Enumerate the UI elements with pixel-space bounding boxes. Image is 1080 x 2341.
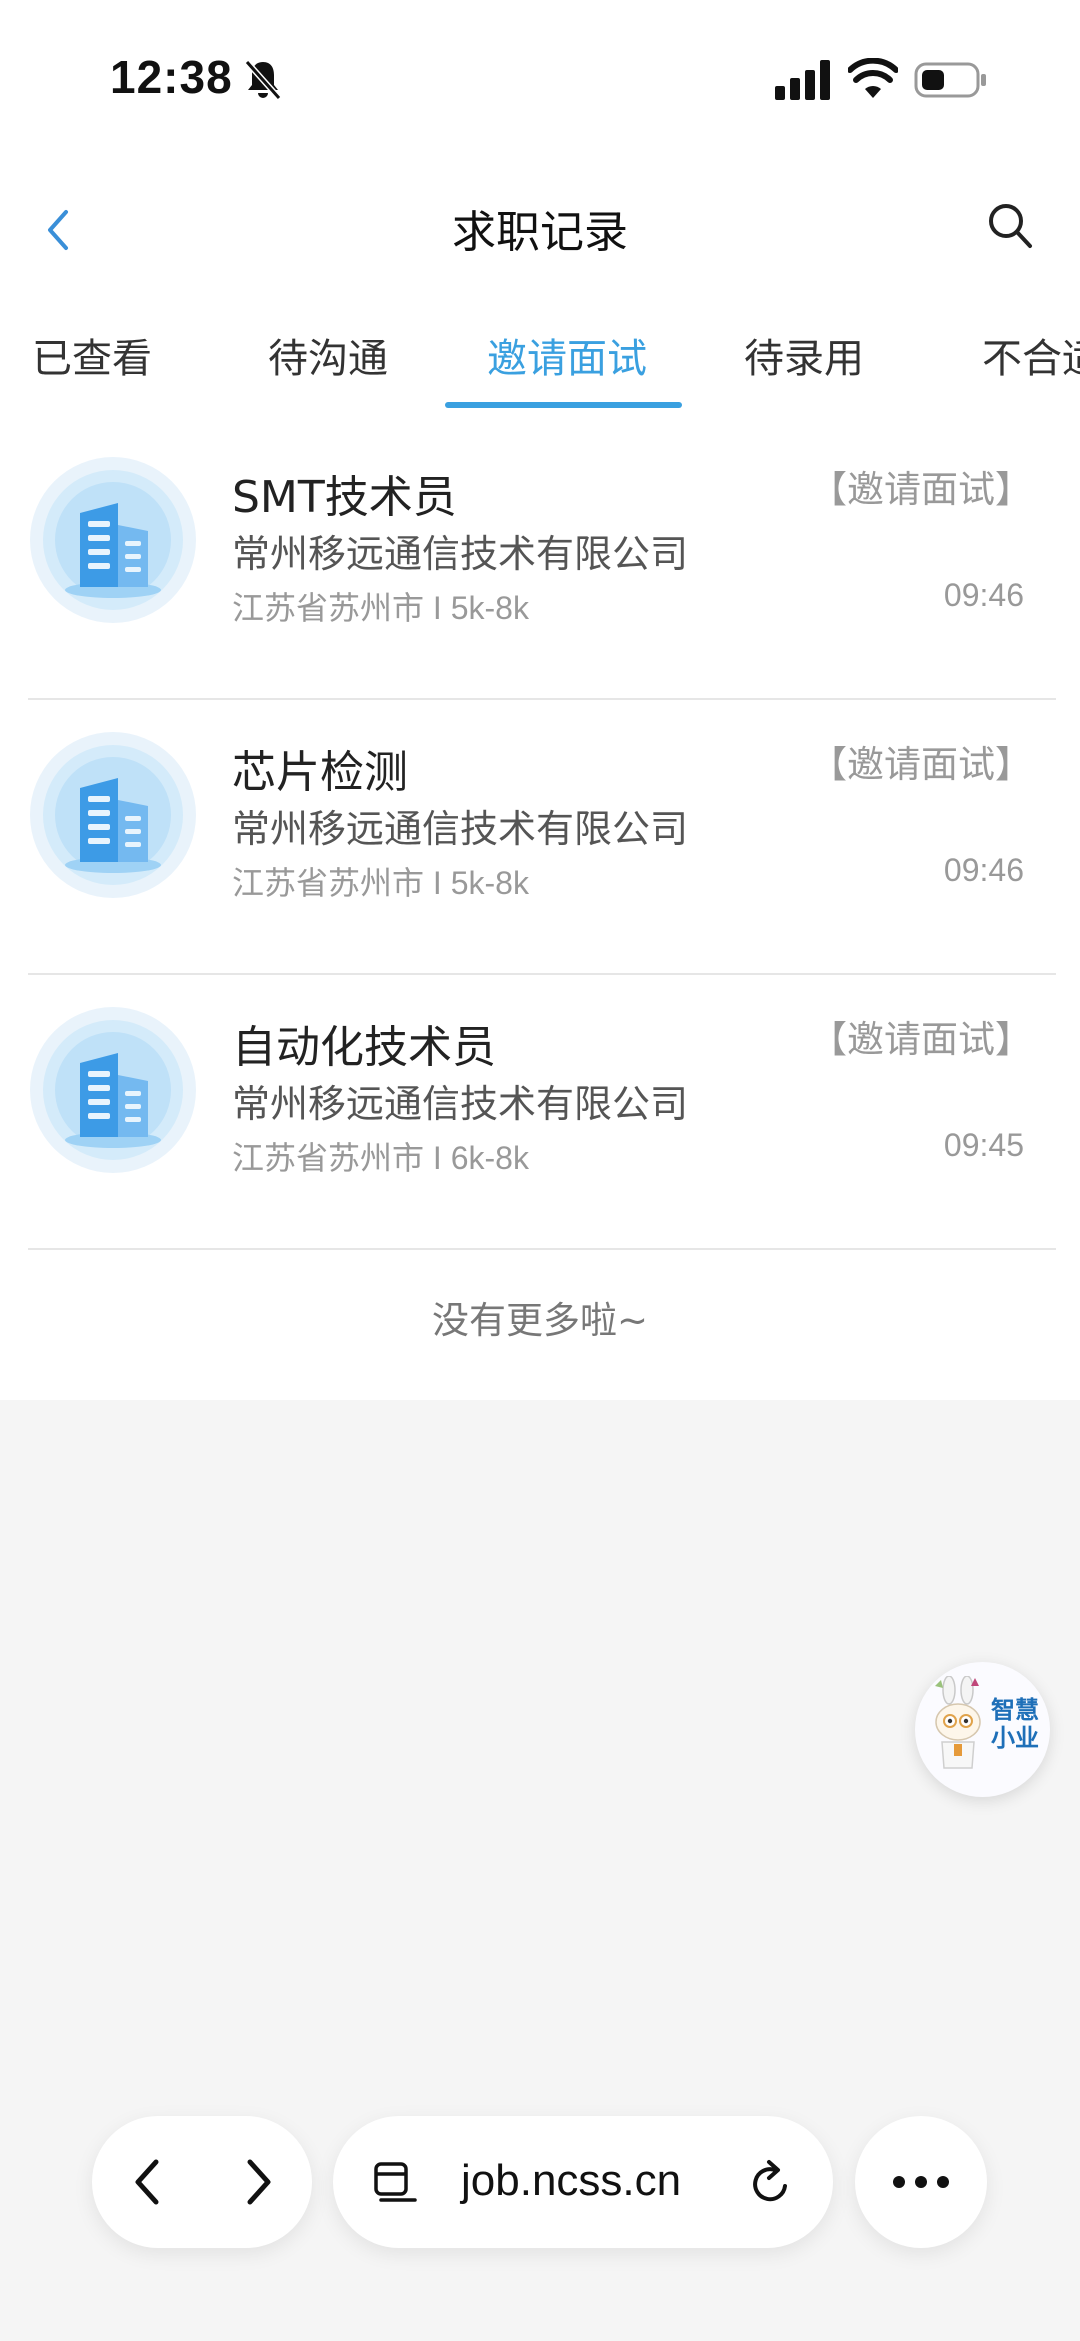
job-title: 自动化技术员 [232, 1022, 496, 1073]
assistant-label-line1: 智慧 [991, 1696, 1039, 1724]
list-item[interactable]: 芯片检测 【邀请面试】 常州移远通信技术有限公司 江苏省苏州市 I 5k-8k … [0, 700, 1080, 975]
wifi-icon [848, 58, 898, 98]
list-item[interactable]: SMT技术员 【邀请面试】 常州移远通信技术有限公司 江苏省苏州市 I 5k-8… [0, 425, 1080, 700]
status-badge: 【邀请面试】 [810, 468, 1032, 511]
meta-separator: I [432, 590, 442, 626]
status-tabs: 已查看 待沟通 邀请面试 待录用 不合适 [0, 318, 1080, 408]
more-button[interactable] [855, 2116, 987, 2248]
tab-pending-contact[interactable]: 待沟通 [268, 326, 388, 384]
job-title: SMT技术员 [232, 472, 457, 523]
search-icon[interactable] [985, 200, 1035, 252]
record-time: 09:46 [943, 577, 1024, 613]
chevron-right-icon[interactable] [240, 2154, 276, 2210]
bell-slash-icon [244, 60, 282, 100]
assistant-label: 智慧 小业 [987, 1696, 1043, 1752]
battery-icon [914, 62, 986, 98]
list-end-text: 没有更多啦~ [431, 1299, 648, 1342]
company-name: 常州移远通信技术有限公司 [232, 1082, 689, 1126]
company-name: 常州移远通信技术有限公司 [232, 532, 689, 576]
divider [28, 1248, 1056, 1250]
meta-separator: I [432, 865, 442, 901]
url-text[interactable]: job.ncss.cn [461, 2156, 681, 2206]
job-salary: 6k-8k [450, 1140, 529, 1176]
company-building-icon [30, 457, 196, 623]
tab-viewed[interactable]: 已查看 [32, 326, 152, 384]
chevron-left-icon[interactable] [130, 2154, 166, 2210]
reader-icon[interactable] [373, 2160, 419, 2206]
reload-icon[interactable] [747, 2158, 795, 2208]
assistant-button[interactable]: 智慧 小业 [915, 1662, 1050, 1797]
record-time: 09:46 [943, 852, 1024, 888]
meta-separator: I [432, 1140, 442, 1176]
job-location: 江苏省苏州市 [232, 1140, 425, 1176]
address-bar[interactable]: job.ncss.cn [333, 2116, 833, 2248]
more-icon[interactable] [891, 2174, 951, 2190]
company-name: 常州移远通信技术有限公司 [232, 807, 689, 851]
status-badge: 【邀请面试】 [810, 1018, 1032, 1061]
list-item[interactable]: 自动化技术员 【邀请面试】 常州移远通信技术有限公司 江苏省苏州市 I 6k-8… [0, 975, 1080, 1250]
signal-icon [775, 60, 830, 100]
job-meta: 江苏省苏州市 I 5k-8k [232, 583, 529, 629]
active-tab-indicator [445, 402, 682, 408]
company-building-icon [30, 1007, 196, 1173]
job-meta: 江苏省苏州市 I 6k-8k [232, 1133, 529, 1179]
page-title: 求职记录 [452, 207, 628, 258]
job-meta: 江苏省苏州市 I 5k-8k [232, 858, 529, 904]
rabbit-mascot-icon [935, 1676, 981, 1769]
job-location: 江苏省苏州市 [232, 865, 425, 901]
job-salary: 5k-8k [450, 590, 529, 626]
record-time: 09:45 [943, 1127, 1024, 1163]
assistant-label-line2: 小业 [991, 1724, 1039, 1752]
job-salary: 5k-8k [450, 865, 529, 901]
browser-nav-group [92, 2116, 312, 2248]
status-time: 12:38 [110, 51, 233, 103]
status-badge: 【邀请面试】 [810, 743, 1032, 786]
company-building-icon [30, 732, 196, 898]
tab-pending-hire[interactable]: 待录用 [744, 326, 864, 384]
job-location: 江苏省苏州市 [232, 590, 425, 626]
tab-unsuitable[interactable]: 不合适 [982, 326, 1080, 384]
tab-interview-invite[interactable]: 邀请面试 [487, 326, 647, 384]
job-title: 芯片检测 [232, 747, 408, 798]
